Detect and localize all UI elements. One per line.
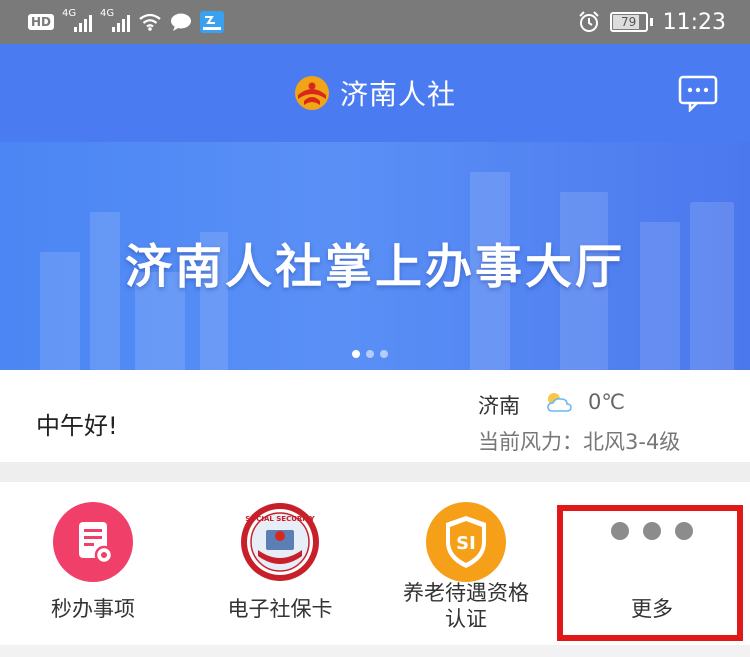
jinan-hrss-logo-icon xyxy=(294,76,329,110)
app-header: 济南人社 xyxy=(0,44,750,142)
partly-cloudy-icon xyxy=(547,393,572,412)
carousel-dot[interactable] xyxy=(366,350,374,358)
clock: 11:23 xyxy=(662,9,726,35)
service-label-line1: 养老待遇资格 xyxy=(403,581,529,605)
banner-carousel[interactable]: 济南人社掌上办事大厅 xyxy=(0,142,750,370)
app-icon xyxy=(200,11,225,33)
brand: 济南人社 xyxy=(294,73,456,113)
status-right: 79 11:23 xyxy=(578,10,750,35)
weather-temperature: 0℃ xyxy=(588,390,625,414)
service-item-quick-handle[interactable]: 秒办事项 xyxy=(3,482,183,642)
battery-icon: 79 xyxy=(609,12,648,32)
alarm-icon xyxy=(578,11,599,32)
service-label: 电子社保卡 xyxy=(227,597,333,621)
signal-icon: 4G xyxy=(62,8,93,32)
service-item-pension-certification[interactable]: SI 养老待遇资格 认证 xyxy=(376,482,556,642)
svg-text:SOCIAL SECURITY: SOCIAL SECURITY xyxy=(245,515,315,523)
network-type-2: 4G xyxy=(100,8,115,19)
service-item-e-social-card[interactable]: SOCIAL SECURITY 电子社保卡 xyxy=(190,482,370,642)
signal-icon: 4G xyxy=(100,8,131,32)
status-left: HD 4G 4G xyxy=(0,8,225,33)
service-label-line2: 认证 xyxy=(445,607,487,631)
si-shield-icon: SI xyxy=(426,502,506,582)
chat-icon xyxy=(171,13,192,31)
highlight-box xyxy=(557,505,743,641)
hd-icon: HD xyxy=(28,14,55,30)
battery-level: 79 xyxy=(620,15,637,29)
service-label: 养老待遇资格 认证 xyxy=(376,580,556,632)
document-icon xyxy=(53,502,133,582)
carousel-dot[interactable] xyxy=(352,350,360,358)
wifi-icon xyxy=(139,13,161,31)
banner-title: 济南人社掌上办事大厅 xyxy=(125,240,625,295)
service-label: 秒办事项 xyxy=(51,597,135,621)
greeting-weather-panel: 中午好! 济南 0℃ 当前风力：北风3-4级 xyxy=(0,370,750,462)
social-security-card-icon: SOCIAL SECURITY xyxy=(241,503,319,581)
battery-tip xyxy=(649,18,653,26)
carousel-dot[interactable] xyxy=(380,350,388,358)
bottom-strip xyxy=(0,645,750,657)
carousel-indicator xyxy=(352,350,388,358)
network-type-1: 4G xyxy=(62,8,77,19)
greeting-text: 中午好! xyxy=(36,412,118,440)
app-title: 济南人社 xyxy=(339,78,456,111)
svg-text:SI: SI xyxy=(456,533,476,554)
message-icon[interactable] xyxy=(678,74,718,112)
status-bar: HD 4G 4G 79 11:23 xyxy=(0,0,750,44)
weather-wind: 当前风力：北风3-4级 xyxy=(478,430,681,454)
section-divider xyxy=(0,462,750,482)
weather-city: 济南 xyxy=(478,394,520,418)
